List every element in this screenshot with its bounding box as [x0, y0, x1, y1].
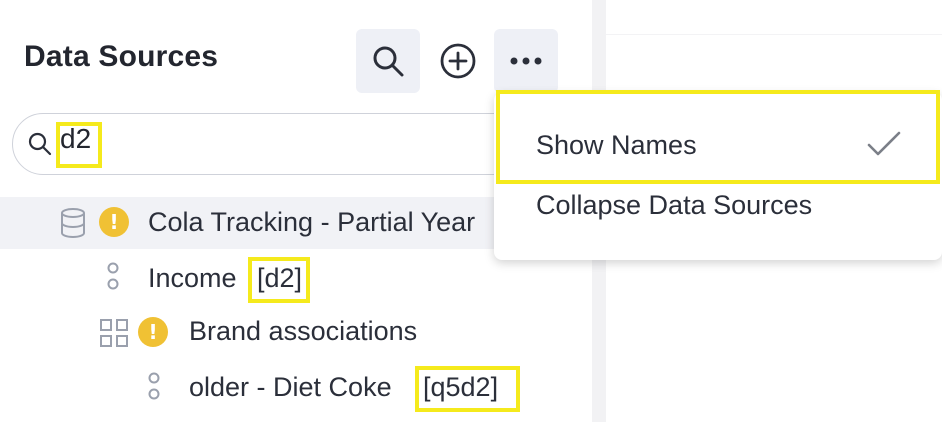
tree-item-label: Cola Tracking - Partial Year [148, 207, 476, 237]
tree-item-label: Income [148, 263, 237, 293]
add-data-source-button[interactable] [426, 29, 490, 93]
divider [606, 34, 942, 35]
variable-icon [107, 262, 119, 290]
tree-item-label: Brand associations [189, 316, 418, 346]
warning-icon: ! [99, 207, 129, 237]
search-icon [373, 46, 404, 77]
menu-item-collapse-data-sources[interactable]: Collapse Data Sources [494, 178, 942, 236]
variable-icon [148, 372, 160, 400]
tag-highlight [415, 366, 520, 412]
warning-icon: ! [138, 317, 168, 347]
more-options-button[interactable] [494, 29, 558, 93]
tree-item-label: older - Diet Coke [189, 372, 392, 402]
more-horizontal-icon [510, 57, 542, 65]
search-icon [28, 132, 52, 156]
tree-row-grid-question[interactable]: ! Brand associations [0, 306, 592, 358]
database-icon [61, 208, 85, 238]
menu-item-label: Collapse Data Sources [536, 190, 813, 220]
search-value-highlight [56, 122, 102, 168]
tag-highlight [248, 257, 310, 303]
search-button[interactable] [356, 29, 420, 93]
grid-icon [100, 319, 128, 347]
panel-title: Data Sources [24, 40, 219, 73]
menu-item-highlight [496, 90, 940, 184]
plus-circle-icon [440, 43, 476, 79]
